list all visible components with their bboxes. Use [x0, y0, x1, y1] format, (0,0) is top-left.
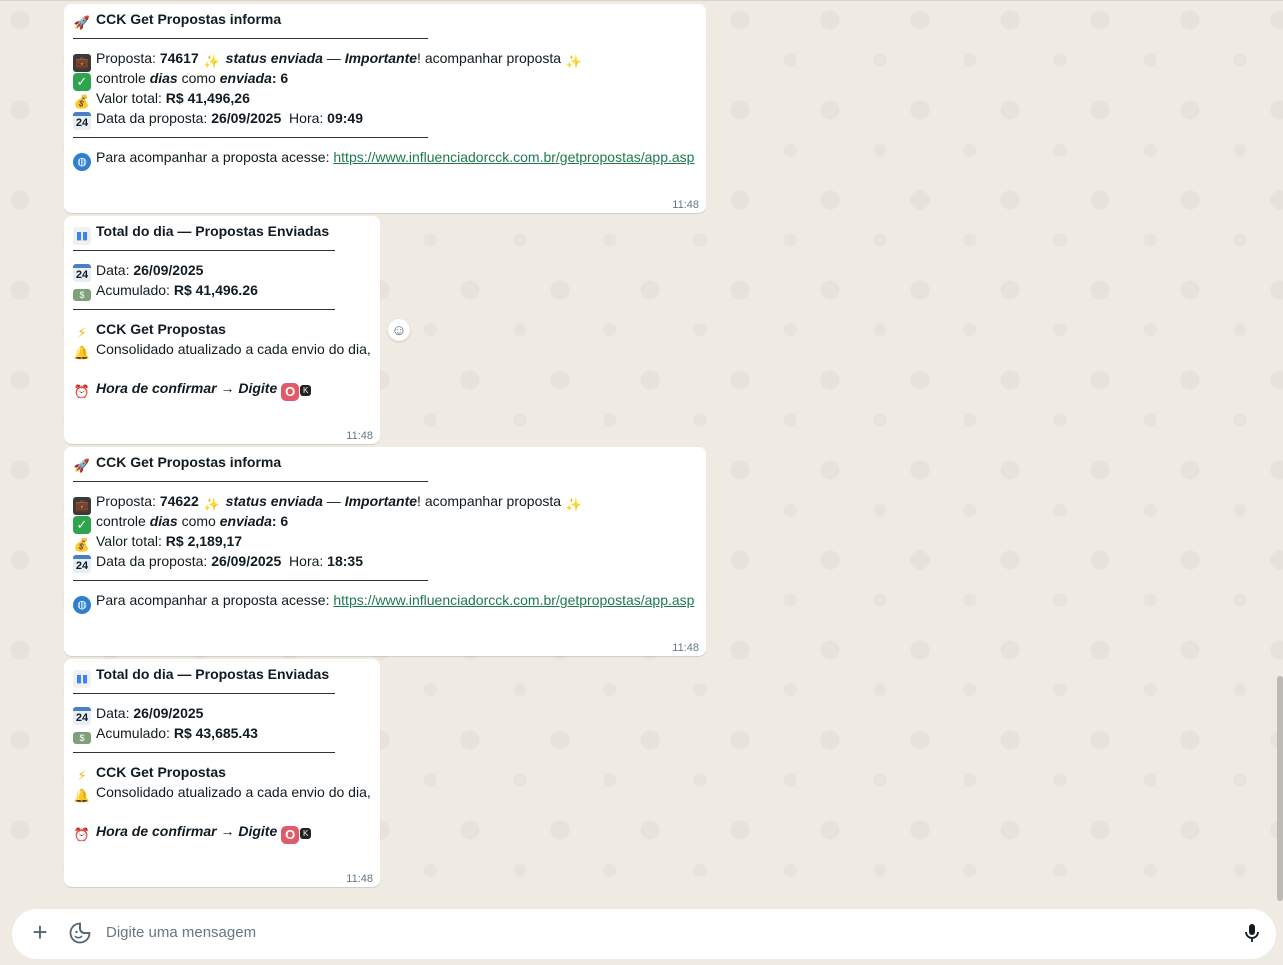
data-line: 24 Data: 26/09/2025 — [73, 260, 203, 282]
message-header: ▮▮ Total do dia — Propostas Enviadas — [73, 221, 329, 245]
data-line: 24 Data da proposta: 26/09/2025 Hora: 18:… — [73, 551, 363, 573]
message-timestamp: 11:48 — [672, 642, 699, 654]
divider-line — [73, 481, 428, 482]
sparkles-icon: ✨ — [565, 497, 583, 512]
message-timestamp: 11:48 — [672, 199, 699, 211]
divider-line — [73, 693, 335, 694]
acumulado-line: $ Acumulado: R$ 41,496.26 — [73, 280, 258, 301]
react-emoji-icon[interactable]: ☺ — [388, 319, 410, 341]
divider-line — [73, 580, 428, 581]
calendar-icon: 24 — [73, 555, 91, 573]
chat-background: 🚀 CCK Get Propostas informa 💼 Proposta: 74… — [0, 0, 1283, 906]
microphone-icon[interactable] — [1240, 921, 1264, 945]
data-line: 24 Data: 26/09/2025 — [73, 703, 203, 725]
proposal-link[interactable]: https://www.influenciadorcck.com.br/getp… — [333, 149, 694, 165]
message-bubble-total-dia[interactable]: ▮▮ Total do dia — Propostas Enviadas 24 Da… — [64, 216, 380, 444]
divider-line — [73, 38, 428, 39]
divider-line — [73, 309, 335, 310]
ok-letter-k-icon: K — [300, 385, 312, 396]
link-line: ◍ Para acompanhar a proposta acesse: http… — [73, 147, 694, 171]
ok-letter-k-icon: K — [300, 828, 312, 839]
proposal-link[interactable]: https://www.influenciadorcck.com.br/getp… — [333, 592, 694, 608]
sparkles-icon: ✨ — [565, 54, 583, 69]
divider-line — [73, 137, 428, 138]
consolidado-line: 🔔 Consolidado atualizado a cada envio do … — [73, 784, 371, 803]
bell-icon: 🔔 — [73, 788, 91, 803]
calendar-icon: 24 — [73, 112, 91, 130]
confirmar-line: ⏰ Hora de confirmar → Digite OK — [73, 378, 316, 401]
message-bubble-proposta-74622[interactable]: 🚀 CCK Get Propostas informa 💼 Proposta: 74… — [64, 447, 706, 656]
acumulado-line: $ Acumulado: R$ 43,685.43 — [73, 723, 258, 744]
globe-icon: ◍ — [73, 596, 91, 614]
ok-letter-o-icon: O — [281, 383, 300, 401]
ok-letter-o-icon: O — [281, 826, 300, 844]
rocket-icon: 🚀 — [73, 15, 91, 30]
banknote-icon: $ — [73, 732, 91, 744]
alarm-clock-icon: ⏰ — [73, 827, 91, 842]
divider-line — [73, 250, 335, 251]
message-header: 🚀 CCK Get Propostas informa — [73, 454, 282, 473]
attach-plus-icon[interactable]: + — [28, 919, 52, 945]
link-line: ◍ Para acompanhar a proposta acesse: http… — [73, 590, 694, 614]
confirmar-line: ⏰ Hora de confirmar → Digite OK — [73, 821, 316, 844]
sticker-icon[interactable] — [68, 921, 92, 945]
header-divider — [0, 0, 1283, 1]
message-timestamp: 11:48 — [346, 873, 373, 885]
message-input[interactable]: Digite uma mensagem — [106, 924, 256, 941]
message-header: ▮▮ Total do dia — Propostas Enviadas — [73, 664, 329, 688]
bar-chart-icon: ▮▮ — [73, 670, 91, 688]
globe-icon: ◍ — [73, 153, 91, 171]
message-bubble-total-dia[interactable]: ▮▮ Total do dia — Propostas Enviadas 24 Da… — [64, 659, 380, 887]
divider-line — [73, 752, 335, 753]
rocket-icon: 🚀 — [73, 458, 91, 473]
banknote-icon: $ — [73, 289, 91, 301]
alarm-clock-icon: ⏰ — [73, 384, 91, 399]
data-line: 24 Data da proposta: 26/09/2025 Hora: 09:… — [73, 108, 363, 130]
message-header: 🚀 CCK Get Propostas informa — [73, 11, 282, 30]
bell-icon: 🔔 — [73, 345, 91, 360]
consolidado-line: 🔔 Consolidado atualizado a cada envio do … — [73, 341, 371, 360]
bar-chart-icon: ▮▮ — [73, 227, 91, 245]
message-timestamp: 11:48 — [346, 430, 373, 442]
message-bubble-proposta-74617[interactable]: 🚀 CCK Get Propostas informa 💼 Proposta: 74… — [64, 4, 706, 213]
chat-scrollbar[interactable] — [1277, 676, 1283, 901]
